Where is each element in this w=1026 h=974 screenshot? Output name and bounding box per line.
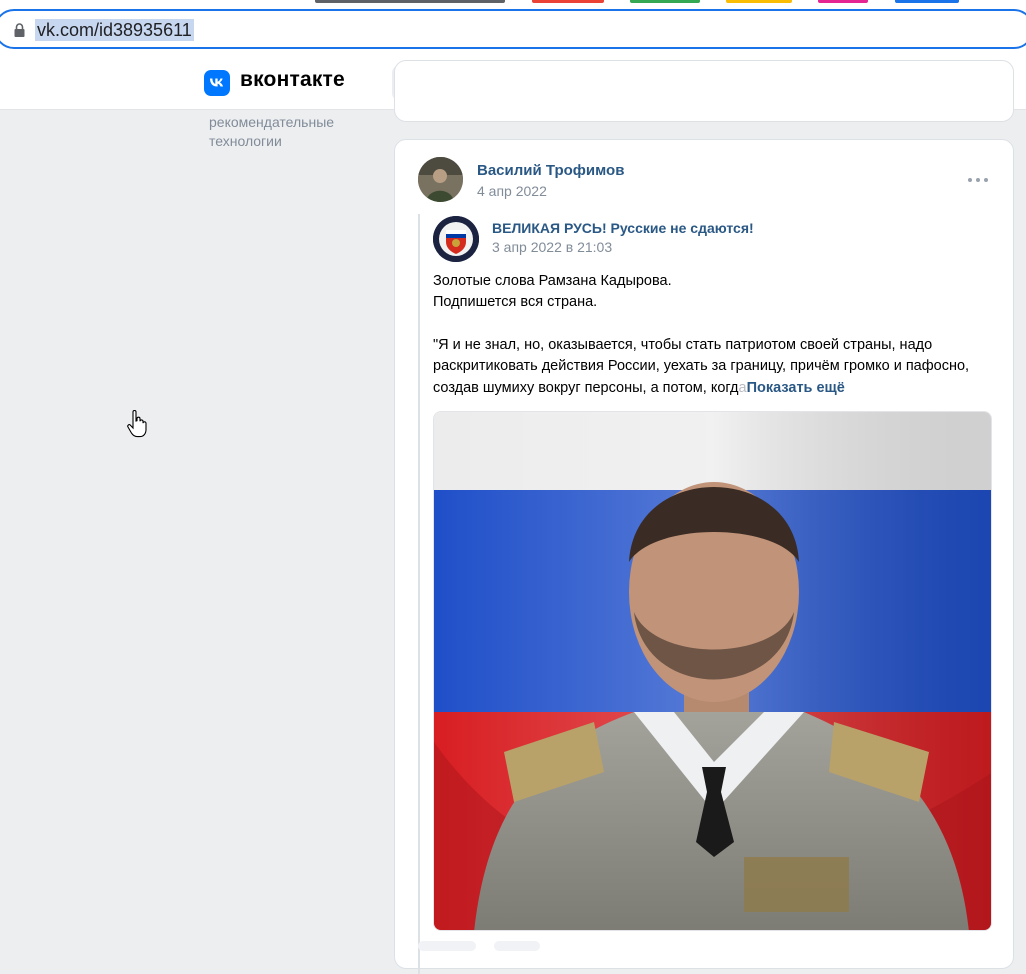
text-fade: а <box>738 379 747 396</box>
address-bar[interactable]: vk.com/id38935611 <box>0 9 1026 49</box>
text-line: создав шумиху вокруг персоны, а потом, к… <box>433 379 739 396</box>
avatar-photo-placeholder <box>418 157 463 202</box>
url-text[interactable]: vk.com/id38935611 <box>35 19 194 41</box>
post-text: Золотые слова Рамзана Кадырова. Подпишет… <box>433 271 993 399</box>
vk-wordmark[interactable]: вконтакте <box>240 68 345 92</box>
text-line: раскритиковать действия России, уехать з… <box>433 358 970 375</box>
photo-placeholder <box>434 412 991 930</box>
emblem-icon <box>433 216 479 262</box>
post-date[interactable]: 4 апр 2022 <box>477 183 547 199</box>
tab-indicator[interactable] <box>818 0 868 3</box>
previous-post-card <box>394 60 1014 122</box>
lock-icon[interactable] <box>14 23 25 37</box>
text-line: "Я и не знал, но, оказывается, чтобы ста… <box>433 336 933 353</box>
post-author-name[interactable]: Василий Трофимов <box>477 162 624 179</box>
tab-indicator[interactable] <box>315 0 505 3</box>
tab-indicator[interactable] <box>726 0 792 3</box>
repost-source-name[interactable]: ВЕЛИКАЯ РУСЬ! Русские не сдаются! <box>492 220 754 236</box>
sidebar-footer-link[interactable]: рекомендательные технологии <box>209 113 379 151</box>
text-line-truncated: создав шумиху вокруг персоны, а потом, к… <box>433 378 993 399</box>
like-button[interactable] <box>418 941 476 951</box>
author-avatar[interactable] <box>418 157 463 202</box>
repost-source-avatar[interactable] <box>433 216 479 262</box>
vk-logo-icon[interactable] <box>204 70 230 96</box>
browser-toolbar: vk.com/id38935611 <box>0 6 1026 56</box>
tab-indicator[interactable] <box>532 0 604 3</box>
text-line: Подпишется вся страна. <box>433 294 598 311</box>
more-options-icon[interactable] <box>967 170 989 190</box>
hand-cursor-icon <box>127 410 147 438</box>
tab-indicator[interactable] <box>895 0 959 3</box>
tab-indicator[interactable] <box>630 0 700 3</box>
post-card: Василий Трофимов 4 апр 2022 ВЕЛИКАЯ РУСЬ… <box>394 139 1014 974</box>
comment-button[interactable] <box>494 941 540 951</box>
repost-indicator-line <box>418 214 420 974</box>
repost-date[interactable]: 3 апр 2022 в 21:03 <box>492 239 612 255</box>
footer-line: технологии <box>209 133 282 149</box>
text-line: Золотые слова Рамзана Кадырова. <box>433 273 672 289</box>
show-more-link[interactable]: Показать ещё <box>747 380 845 396</box>
post-photo[interactable] <box>433 411 992 931</box>
footer-line: рекомендательные <box>209 114 335 130</box>
